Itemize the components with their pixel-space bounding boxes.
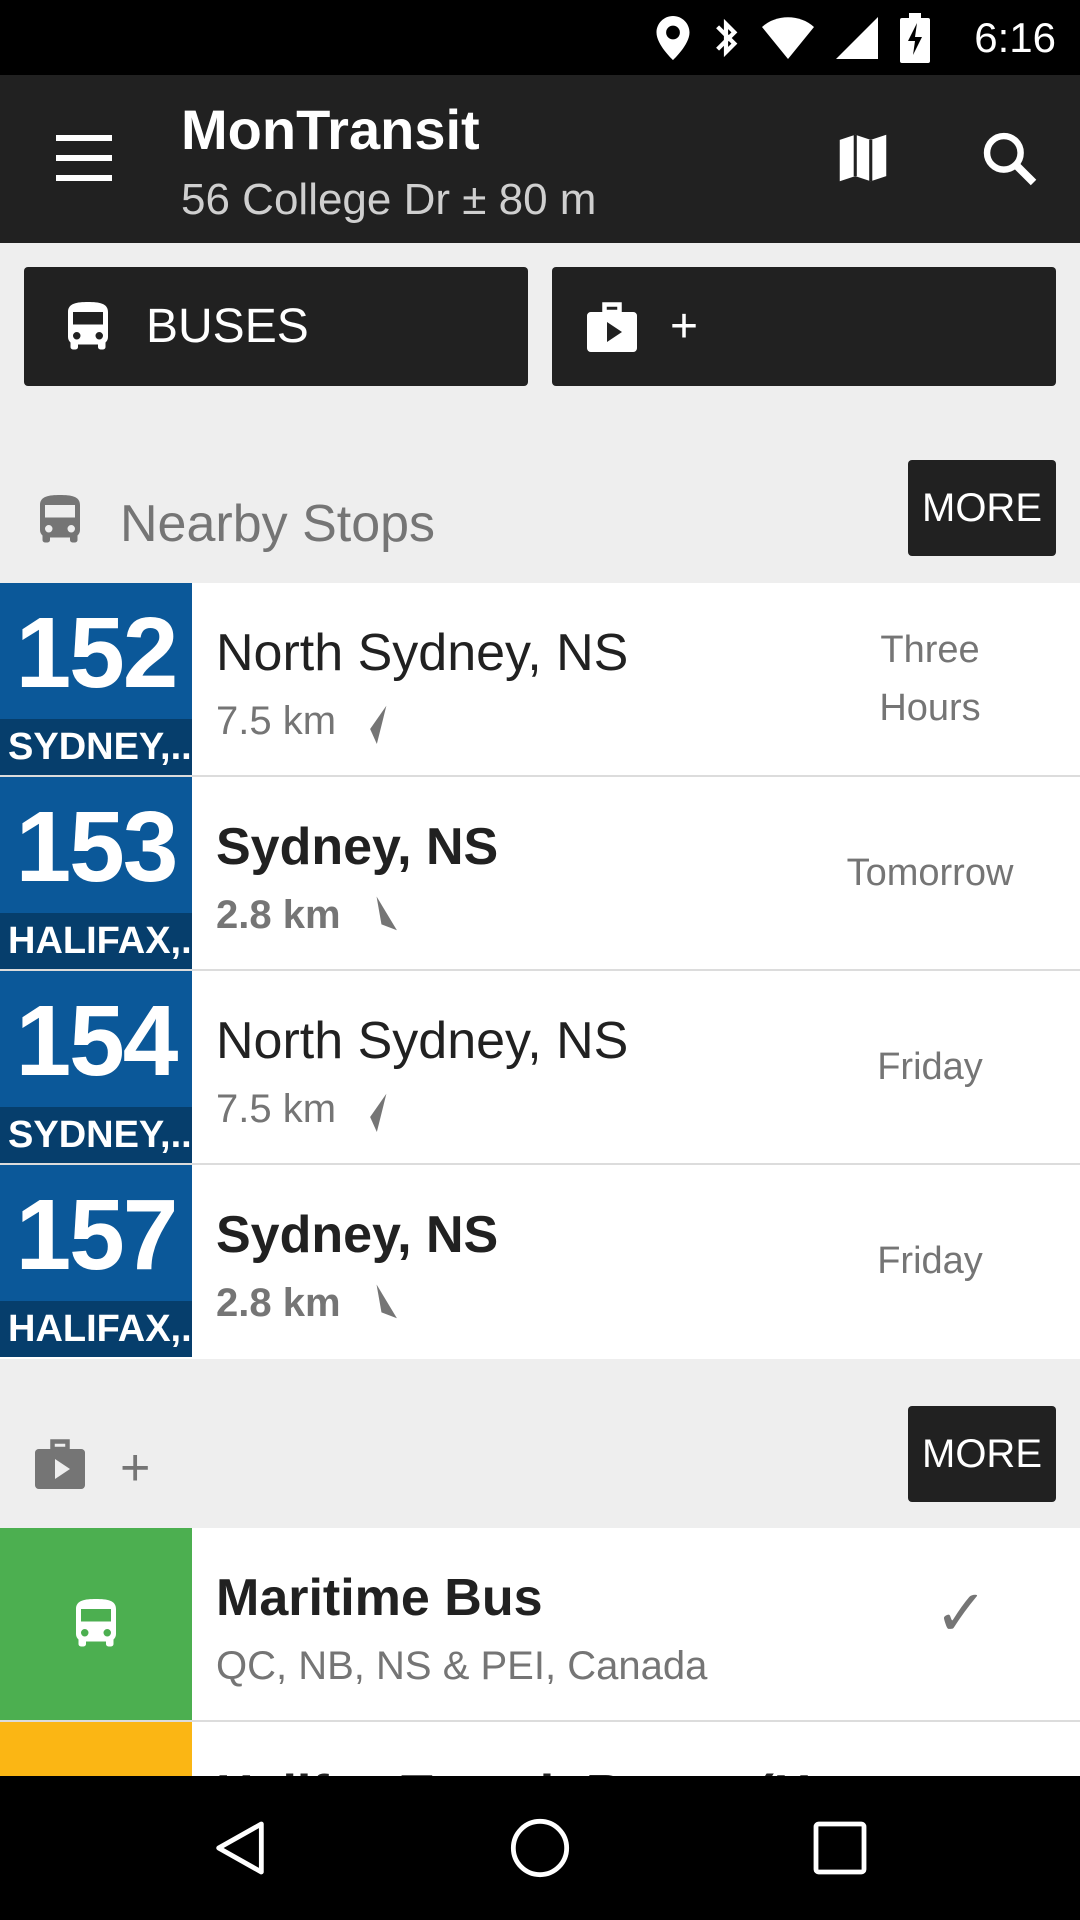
route-badge: 152 SYDNEY,..	[0, 583, 192, 775]
agencies-more-button[interactable]: MORE	[908, 1406, 1056, 1502]
agency-row[interactable]: Halifax Transit Buses (H...	[0, 1722, 1080, 1776]
play-store-bag-icon	[587, 302, 637, 352]
hamburger-menu-icon[interactable]	[56, 135, 112, 183]
stop-name: North Sydney, NS	[216, 1012, 629, 1070]
next-departure: Friday	[877, 1240, 983, 1282]
stop-row[interactable]: 157 HALIFAX,.. Sydney, NS 2.8 km Friday	[0, 1165, 1080, 1359]
app-toolbar: MonTransit 56 College Dr ± 80 m	[0, 75, 1080, 243]
home-icon[interactable]	[508, 1816, 572, 1880]
route-destination: HALIFAX,..	[0, 1301, 192, 1357]
play-store-bag-icon	[35, 1439, 85, 1489]
nearby-more-button[interactable]: MORE	[908, 460, 1056, 556]
compass-arrow-icon	[376, 1283, 397, 1318]
app-title: MonTransit	[181, 98, 480, 161]
route-destination: SYDNEY,..	[0, 719, 192, 775]
agency-name: Maritime Bus	[216, 1569, 543, 1627]
location-subtitle: 56 College Dr ± 80 m	[181, 175, 597, 224]
stop-distance-line: 7.5 km	[216, 1087, 392, 1132]
route-badge: 154 SYDNEY,..	[0, 971, 192, 1163]
compass-arrow-icon	[376, 895, 397, 930]
stop-distance: 7.5 km	[216, 1087, 337, 1131]
stop-name: North Sydney, NS	[216, 624, 629, 682]
route-badge: 153 HALIFAX,..	[0, 777, 192, 969]
agencies-header: + MORE	[0, 1356, 1080, 1528]
installed-check-icon: ✓	[934, 1577, 988, 1649]
bus-icon	[40, 495, 80, 543]
agencies-title: +	[120, 1439, 151, 1497]
next-departure: Friday	[877, 1046, 983, 1088]
compass-arrow-icon	[370, 1093, 387, 1132]
location-icon	[656, 16, 690, 60]
next-departure: Three Hours	[879, 629, 981, 729]
next-departure: Tomorrow	[846, 852, 1014, 894]
stop-row[interactable]: 154 SYDNEY,.. North Sydney, NS 7.5 km Fr…	[0, 971, 1080, 1165]
stop-row[interactable]: 153 HALIFAX,.. Sydney, NS 2.8 km Tomorro…	[0, 777, 1080, 971]
wifi-icon	[762, 17, 814, 59]
stop-distance: 2.8 km	[216, 893, 341, 937]
stop-distance: 7.5 km	[216, 699, 337, 743]
route-destination: SYDNEY,..	[0, 1107, 192, 1163]
stop-name: Sydney, NS	[216, 1206, 499, 1264]
route-number: 157	[15, 1179, 179, 1291]
stop-distance-line: 2.8 km	[216, 1281, 397, 1326]
buses-label: BUSES	[146, 300, 309, 353]
clock: 6:16	[974, 14, 1056, 61]
buses-button[interactable]: BUSES	[24, 267, 528, 386]
route-number: 153	[15, 791, 179, 903]
agency-name: Halifax Transit Buses (H...	[216, 1764, 855, 1776]
status-bar: 6:16	[0, 0, 1080, 75]
cell-signal-icon	[836, 17, 878, 59]
stop-name: Sydney, NS	[216, 818, 499, 876]
agency-color-block	[0, 1528, 192, 1720]
agency-color-block	[0, 1722, 192, 1776]
stop-distance-line: 7.5 km	[216, 699, 392, 744]
add-agency-button[interactable]: +	[552, 267, 1056, 386]
stop-distance-line: 2.8 km	[216, 893, 397, 938]
agency-region: QC, NB, NS & PEI, Canada	[216, 1644, 708, 1688]
back-icon[interactable]	[208, 1816, 272, 1880]
stop-distance: 2.8 km	[216, 1281, 341, 1325]
map-icon[interactable]	[832, 127, 894, 189]
add-label: +	[670, 300, 699, 353]
navigation-bar	[0, 1776, 1080, 1920]
route-number: 152	[15, 597, 179, 709]
agency-row[interactable]: Maritime Bus QC, NB, NS & PEI, Canada ✓	[0, 1528, 1080, 1720]
bluetooth-icon	[716, 18, 738, 58]
nearby-stops-list: 152 SYDNEY,.. North Sydney, NS 7.5 km Th…	[0, 583, 1080, 1359]
battery-charging-icon	[900, 13, 930, 63]
nearby-stops-header: Nearby Stops MORE	[0, 458, 1080, 583]
recents-icon[interactable]	[808, 1816, 872, 1880]
route-destination: HALIFAX,..	[0, 913, 192, 969]
compass-arrow-icon	[370, 705, 387, 744]
nearby-stops-title: Nearby Stops	[120, 495, 436, 553]
stop-row[interactable]: 152 SYDNEY,.. North Sydney, NS 7.5 km Th…	[0, 583, 1080, 777]
search-icon[interactable]	[978, 127, 1040, 189]
route-number: 154	[15, 985, 179, 1097]
route-badge: 157 HALIFAX,..	[0, 1165, 192, 1357]
bus-icon	[76, 1599, 116, 1647]
bus-icon	[68, 302, 108, 350]
